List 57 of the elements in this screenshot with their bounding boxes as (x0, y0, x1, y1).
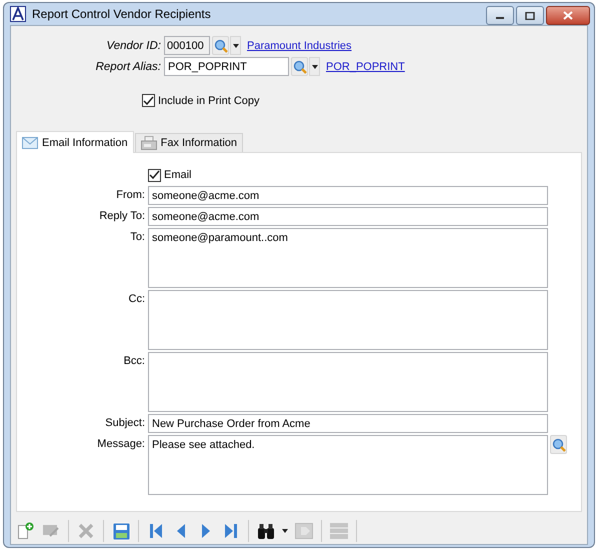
tab[interactable]: Email Information (16, 131, 134, 153)
next-icon (202, 524, 210, 538)
search-icon (292, 60, 306, 74)
tab[interactable]: Fax Information (134, 133, 244, 152)
delete-icon (78, 523, 94, 539)
input-field[interactable]: New Purchase Order from Acme (148, 414, 548, 433)
search-icon (214, 38, 228, 52)
text-area[interactable]: Please see attached. (148, 435, 548, 495)
import-icon (295, 523, 313, 539)
field-label: From: (115, 188, 146, 201)
caret-icon (282, 529, 288, 533)
list-icon (330, 523, 348, 539)
input-field[interactable]: someone@acme.com (148, 186, 548, 205)
previous-icon (177, 524, 185, 538)
input-field[interactable]: 000100 (164, 36, 210, 55)
app-logo-icon (10, 6, 26, 22)
field-label: Report Alias: (94, 60, 162, 72)
maximize-button[interactable] (516, 6, 544, 25)
close-icon (563, 11, 573, 20)
window-title: Report Control Vendor Recipients (32, 7, 212, 21)
lookup-button[interactable] (212, 36, 229, 55)
text-area[interactable] (148, 290, 548, 350)
binoculars-icon (257, 523, 275, 539)
first-icon (150, 524, 162, 538)
link[interactable]: Paramount Industries (247, 40, 352, 52)
field-label: Bcc: (122, 354, 146, 367)
last-icon (225, 524, 237, 538)
field-label: Reply To: (98, 209, 146, 222)
fax-icon (140, 136, 157, 150)
caret-icon (232, 44, 238, 48)
maximize-icon (525, 12, 535, 20)
caret-icon (312, 64, 318, 68)
dropdown-button[interactable] (230, 36, 241, 55)
field-label: To: (129, 230, 146, 243)
save-icon (112, 522, 130, 540)
dropdown-button[interactable] (309, 57, 320, 76)
checkbox-label: Email (164, 169, 192, 181)
lookup-button[interactable] (291, 57, 308, 76)
checkbox[interactable] (142, 94, 155, 107)
minimize-button[interactable] (486, 6, 514, 25)
field-label: Subject: (104, 416, 146, 429)
checkbox[interactable] (148, 168, 161, 182)
edit-icon (42, 523, 60, 539)
search-icon (552, 438, 566, 452)
checkbox-label: Include in Print Copy (158, 94, 260, 106)
input-field[interactable]: POR_POPRINT (164, 57, 289, 76)
new-document-icon (17, 522, 35, 540)
close-button[interactable] (546, 6, 590, 25)
lookup-button[interactable] (550, 435, 567, 454)
text-area[interactable] (148, 352, 548, 412)
input-field[interactable]: someone@acme.com (148, 207, 548, 226)
field-label: Message: (96, 437, 146, 450)
field-label: Cc: (128, 292, 146, 305)
link[interactable]: POR_POPRINT (326, 60, 405, 72)
text-area[interactable]: someone@paramount..com (148, 228, 548, 288)
field-label: Vendor ID: (105, 40, 162, 52)
envelope-icon (22, 136, 38, 148)
